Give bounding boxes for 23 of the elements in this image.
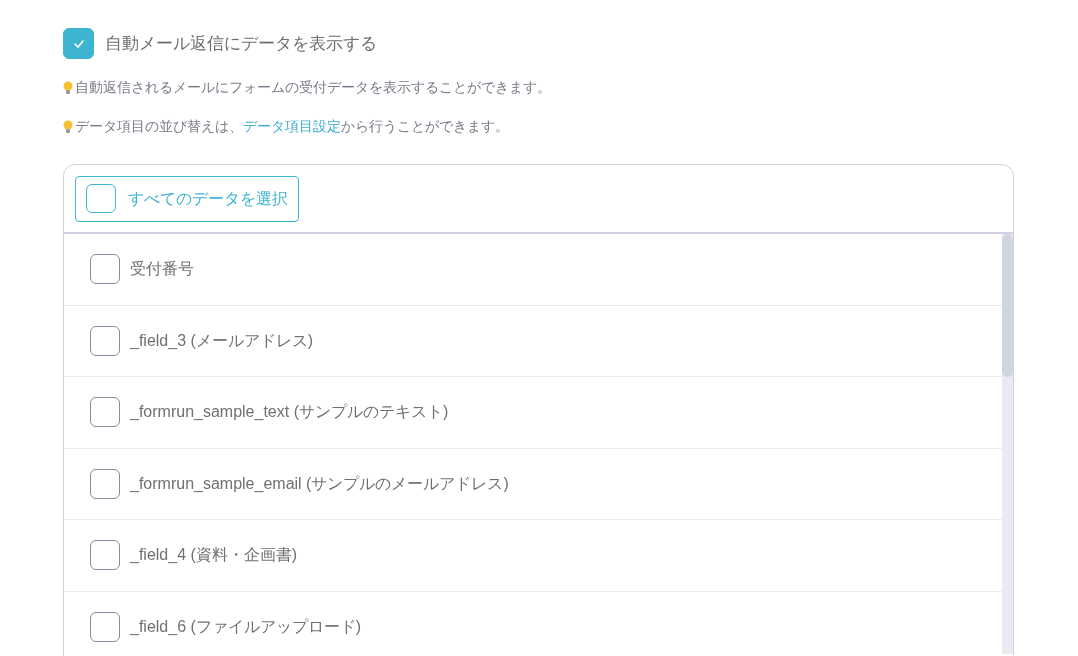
checkbox[interactable] <box>90 611 120 642</box>
lightbulb-icon <box>63 80 73 95</box>
checkbox[interactable] <box>90 468 120 499</box>
select-all-button[interactable]: すべてのデータを選択 <box>75 175 299 222</box>
checkbox-label: 自動メール返信にデータを表示する <box>105 32 377 55</box>
checkbox[interactable] <box>63 28 94 59</box>
field-label: 受付番号 <box>130 259 194 280</box>
checkbox[interactable] <box>90 254 120 285</box>
hint-text: データ項目の並び替えは、データ項目設定から行うことができます。 <box>75 117 509 136</box>
lightbulb-icon <box>63 119 73 134</box>
check-icon <box>72 38 85 49</box>
checkbox[interactable] <box>90 540 120 571</box>
field-label: _formrun_sample_text (サンプルのテキスト) <box>130 402 449 423</box>
checkbox[interactable] <box>90 397 120 428</box>
field-label: _formrun_sample_email (サンプルのメールアドレス) <box>130 473 509 494</box>
checkbox[interactable] <box>90 325 120 356</box>
hint-text: 自動返信されるメールにフォームの受付データを表示することができます。 <box>75 78 551 97</box>
settings-link[interactable]: データ項目設定 <box>243 118 341 134</box>
field-label: _field_6 (ファイルアップロード) <box>130 616 362 637</box>
field-label: _field_4 (資料・企画書) <box>130 545 298 566</box>
field-label: _field_3 (メールアドレス) <box>130 330 314 351</box>
scrollbar-thumb[interactable] <box>1002 234 1013 377</box>
checkbox[interactable] <box>86 184 116 213</box>
